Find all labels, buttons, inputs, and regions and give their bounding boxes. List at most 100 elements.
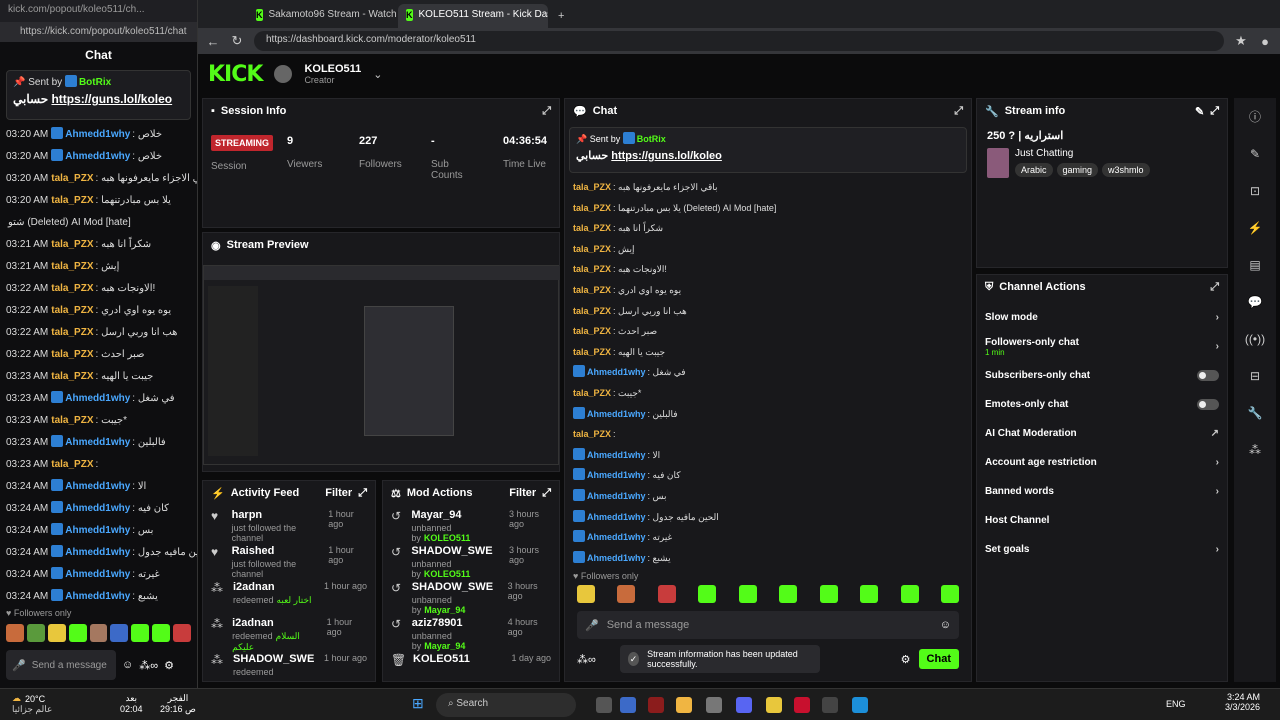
emote[interactable] [6, 624, 24, 642]
message-user[interactable]: Ahmedd1why [65, 525, 130, 536]
epic-icon[interactable] [648, 697, 664, 713]
mod-action-item[interactable]: ↺ aziz78901 unbanned by Mayar_94 4 hours ago [383, 613, 559, 651]
lightning-icon[interactable]: ⚡ [1234, 209, 1276, 246]
address-bar[interactable]: https://dashboard.kick.com/moderator/kol… [254, 31, 1224, 51]
emote[interactable] [698, 585, 717, 603]
stream-preview-video[interactable] [203, 265, 560, 465]
emote[interactable] [68, 624, 87, 642]
pinned-link[interactable]: https://guns.lol/koleo [51, 92, 172, 106]
windows-start-icon[interactable]: ⊞ [412, 695, 424, 712]
stream-tag[interactable]: gaming [1056, 163, 1099, 177]
message-user[interactable]: tala_PZX [573, 429, 611, 439]
emoji-icon[interactable]: ☺ [940, 619, 951, 631]
expand-icon[interactable]: ⤢ [1210, 105, 1219, 118]
settings-icon[interactable]: ⚙ [901, 653, 911, 666]
chat-bubble-icon[interactable]: 💬 [1234, 283, 1276, 320]
mod-action-item[interactable]: ↺ SHADOW_SWE unbanned by KOLEO511 3 hours ag… [383, 541, 559, 579]
message-user[interactable]: tala_PZX [573, 306, 611, 316]
emote[interactable] [617, 585, 636, 603]
mod-action-by[interactable]: Mayar_94 [424, 641, 465, 651]
kick-logo[interactable]: KICK [208, 62, 263, 87]
toggle-switch[interactable] [1197, 399, 1219, 410]
emote[interactable] [738, 585, 757, 603]
emote[interactable] [152, 624, 171, 642]
taskbar-search[interactable]: ⌕ Search [436, 693, 576, 717]
emote[interactable] [131, 624, 150, 642]
message-user[interactable]: Ahmedd1why [587, 450, 646, 460]
mod-action-item[interactable]: ↺ Mayar_94 unbanned by KOLEO511 3 hours ago [383, 505, 559, 543]
expand-icon[interactable]: ⤢ [954, 105, 963, 118]
message-user[interactable]: Ahmedd1why [65, 151, 130, 162]
app-icon[interactable] [822, 697, 838, 713]
layout-icon[interactable]: ⊟ [1234, 357, 1276, 394]
message-user[interactable]: Ahmedd1why [65, 393, 130, 404]
message-user[interactable]: Ahmedd1why [65, 503, 130, 514]
message-user[interactable]: tala_PZX [573, 244, 611, 254]
message-user[interactable]: tala_PZX [573, 264, 611, 274]
message-user[interactable]: Ahmedd1why [587, 409, 646, 419]
edit-icon[interactable]: ✎ [1195, 105, 1204, 118]
popout-send-input[interactable]: 🎤 Send a message [6, 650, 116, 680]
channel-action-item[interactable]: Slow mode › [977, 303, 1227, 332]
popout-url[interactable]: https://kick.com/popout/koleo511/chat [0, 22, 197, 42]
emote[interactable] [173, 624, 192, 642]
message-user[interactable]: tala_PZX [51, 195, 93, 206]
wrench-icon[interactable]: 🔧 [1234, 394, 1276, 431]
emote[interactable] [577, 585, 595, 603]
gear-icon[interactable] [706, 697, 722, 713]
message-user[interactable]: tala_PZX [51, 371, 93, 382]
emote[interactable] [89, 624, 108, 642]
channel-action-item[interactable]: AI Chat Moderation ↗ [977, 419, 1227, 448]
points-icon[interactable]: ⁂∞ [577, 653, 596, 666]
message-user[interactable]: tala_PZX [51, 239, 93, 250]
app-icon[interactable] [794, 697, 810, 713]
message-user[interactable]: Ahmedd1why [65, 547, 130, 558]
emote[interactable] [110, 624, 129, 642]
channel-action-item[interactable]: Account age restriction › [977, 448, 1227, 477]
filter-button[interactable]: Filter [325, 487, 352, 499]
message-user[interactable]: tala_PZX [51, 327, 93, 338]
settings-icon[interactable]: ⚙ [164, 659, 174, 672]
channel-action-item[interactable]: Host Channel [977, 506, 1227, 535]
message-user[interactable]: Ahmedd1why [65, 481, 130, 492]
channel-action-item[interactable]: Banned words › [977, 477, 1227, 506]
message-user[interactable]: Ahmedd1why [65, 437, 130, 448]
new-tab-icon[interactable]: + [548, 4, 574, 28]
info-icon[interactable]: ⓘ [1234, 98, 1276, 135]
message-user[interactable]: Ahmedd1why [65, 591, 130, 602]
steam-icon[interactable] [620, 697, 636, 713]
dots-icon[interactable]: ⁂ [1234, 431, 1276, 468]
channel-action-item[interactable]: Followers-only chat 1 min › [977, 332, 1227, 361]
emote[interactable] [657, 585, 676, 603]
emoji-icon[interactable]: ☺ [122, 659, 133, 671]
emote[interactable] [26, 624, 45, 642]
message-user[interactable]: tala_PZX [51, 305, 93, 316]
channel-action-item[interactable]: Subscribers-only chat [977, 361, 1227, 390]
message-user[interactable]: tala_PZX [51, 261, 93, 272]
message-user[interactable]: Ahmedd1why [587, 491, 646, 501]
folder-icon[interactable] [676, 697, 692, 713]
points-icon[interactable]: ⁂∞ [139, 659, 158, 672]
message-user[interactable]: tala_PZX [573, 223, 611, 233]
emote[interactable] [900, 585, 919, 603]
message-user[interactable]: tala_PZX [573, 388, 611, 398]
message-user[interactable]: tala_PZX [573, 182, 611, 192]
message-user[interactable]: tala_PZX [573, 347, 611, 357]
channel-action-item[interactable]: Set goals › [977, 535, 1227, 564]
emote[interactable] [779, 585, 798, 603]
pinned-link[interactable]: https://guns.lol/koleo [611, 150, 722, 162]
stream-tag[interactable]: Arabic [1015, 163, 1053, 177]
expand-icon[interactable]: ⤢ [542, 487, 551, 500]
message-user[interactable]: tala_PZX [51, 415, 93, 426]
mod-action-by[interactable]: Mayar_94 [424, 605, 465, 615]
profile-icon[interactable]: ● [1258, 34, 1272, 49]
reload-icon[interactable]: ↻ [230, 33, 244, 49]
broadcast-icon[interactable]: ((•)) [1234, 320, 1276, 357]
message-user[interactable]: tala_PZX [573, 203, 611, 213]
activity-item[interactable]: ♥ Raished just followed the channel 1 hour … [203, 541, 375, 579]
message-user[interactable]: tala_PZX [573, 326, 611, 336]
tab-dashboard[interactable]: KKOLEO511 Stream - Kick Dashboa [398, 4, 548, 28]
edit-icon[interactable]: ✎ [1234, 135, 1276, 172]
popout-pinned-message[interactable]: 📌 Sent by BotRix حسابي https://guns.lol/… [6, 70, 191, 120]
message-user[interactable]: Ahmedd1why [587, 512, 646, 522]
